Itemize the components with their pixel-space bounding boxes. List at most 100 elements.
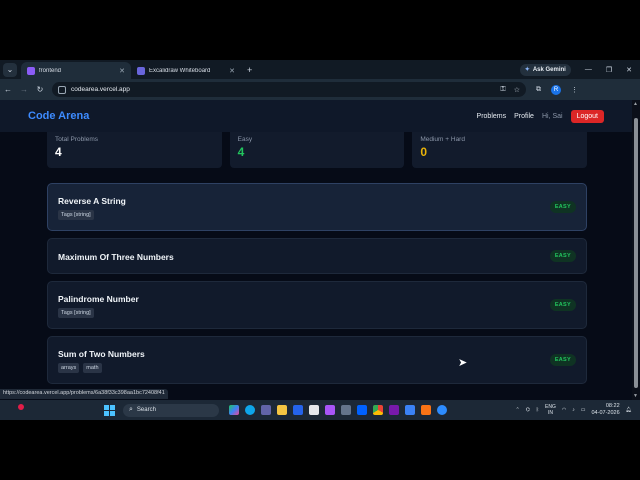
notification-badge	[18, 404, 24, 410]
settings-icon[interactable]	[341, 405, 351, 415]
difficulty-badge: EASY	[549, 250, 576, 262]
reload-icon[interactable]: ↻	[32, 85, 48, 94]
language-indicator[interactable]: ENG IN	[545, 404, 556, 416]
password-key-icon[interactable]: ⚿	[500, 86, 505, 94]
close-tab-icon[interactable]: ✕	[229, 67, 235, 75]
stat-label: Total Problems	[55, 136, 98, 143]
chrome-icon[interactable]	[373, 405, 383, 415]
search-label: Search	[136, 407, 156, 413]
web-page: Code Arena Problems Profile Hi, Sai Logo…	[0, 100, 632, 400]
scroll-down-icon[interactable]: ▼	[633, 393, 638, 399]
onenote-icon[interactable]	[389, 405, 399, 415]
problem-card[interactable]: Maximum Of Three Numbers EASY	[47, 238, 587, 274]
extensions-icon[interactable]: ⧉	[536, 86, 541, 94]
lang-line2: IN	[547, 410, 553, 416]
problem-card[interactable]: Palindrome Number Tags [string] EASY	[47, 281, 587, 329]
tab-title: Excalidraw Whiteboard	[149, 67, 211, 74]
bluetooth-icon[interactable]: ᛒ	[536, 407, 539, 413]
difficulty-badge: EASY	[549, 354, 576, 366]
nav-problems-link[interactable]: Problems	[477, 113, 507, 120]
browser-tabstrip: ⌄ frontend ✕ Excalidraw Whiteboard ✕ + ✦…	[0, 60, 640, 79]
problem-card[interactable]: Sum of Two Numbers arrays math EASY	[47, 336, 587, 384]
start-button[interactable]	[104, 404, 115, 416]
excalidraw-favicon-icon	[137, 66, 145, 75]
close-tab-icon[interactable]: ✕	[119, 67, 125, 75]
difficulty-badge: EASY	[549, 299, 576, 311]
minimize-icon[interactable]: —	[585, 66, 592, 73]
forward-icon[interactable]: →	[16, 85, 32, 94]
problem-tag: math	[83, 363, 102, 373]
back-icon[interactable]: ←	[0, 85, 16, 94]
clock[interactable]: 08:22 04-07-2026	[592, 403, 620, 417]
menu-kebab-icon[interactable]: ⋮	[571, 86, 578, 94]
scroll-up-icon[interactable]: ▲	[633, 101, 638, 107]
url-text: codearea.vercel.app	[71, 86, 130, 93]
profile-avatar[interactable]: R	[551, 84, 561, 95]
dropbox-icon[interactable]	[357, 405, 367, 415]
screen: ⌄ frontend ✕ Excalidraw Whiteboard ✕ + ✦…	[0, 0, 640, 480]
vite-favicon-icon	[27, 66, 35, 75]
volume-icon[interactable]: ♪	[572, 407, 575, 413]
tab-search-icon[interactable]: ⌄	[3, 62, 17, 77]
network-icon[interactable]: ⌬	[526, 407, 530, 413]
photos-icon[interactable]	[405, 405, 415, 415]
tab-frontend[interactable]: frontend ✕	[21, 62, 131, 79]
app-navbar: Code Arena Problems Profile Hi, Sai Logo…	[0, 100, 632, 132]
stat-label: Easy	[237, 136, 253, 143]
search-icon: ⌕	[129, 406, 133, 413]
nav-profile-link[interactable]: Profile	[514, 113, 534, 120]
user-greeting: Hi, Sai	[541, 112, 563, 120]
app-icon[interactable]	[421, 405, 431, 415]
page-scrollbar[interactable]: ▲ ▼	[632, 100, 640, 400]
tab-excalidraw[interactable]: Excalidraw Whiteboard ✕	[131, 62, 241, 79]
restore-icon[interactable]: ❐	[606, 66, 612, 74]
problem-card[interactable]: Reverse A String Tags [string] EASY	[47, 183, 587, 231]
stat-card-total: Total Problems 4	[47, 132, 222, 168]
problem-title: Sum of Two Numbers	[58, 349, 145, 359]
problem-title: Palindrome Number	[58, 294, 139, 304]
stat-label: Medium + Hard	[420, 136, 465, 143]
teams-icon[interactable]	[261, 405, 271, 415]
stat-value: 0	[420, 145, 428, 159]
ask-gemini-label: Ask Gemini	[532, 66, 566, 73]
gemini-icon: ✦	[524, 67, 530, 73]
desktop-frame: ⌄ frontend ✕ Excalidraw Whiteboard ✕ + ✦…	[0, 60, 640, 420]
amazon-icon[interactable]	[309, 405, 319, 415]
clock-date: 04-07-2026	[591, 410, 620, 416]
problem-tag: Tags [string]	[58, 308, 94, 318]
mouse-cursor-icon: ➤	[458, 357, 468, 369]
logout-button[interactable]: Logout	[570, 109, 604, 123]
stats-row: Total Problems 4 Easy 4 Medium + Hard 0	[47, 132, 588, 168]
notification-bell-icon[interactable]: 🔔︎	[626, 407, 632, 413]
problem-list: Reverse A String Tags [string] EASY Maxi…	[47, 183, 587, 391]
store-icon[interactable]	[293, 405, 303, 415]
windows-taskbar: ⌕ Search ⌃ ⌬ ᛒ ENG IN ◠ ♪ ▭ 08:22 04-07-…	[0, 400, 640, 420]
problem-tag: Tags [string]	[58, 210, 94, 220]
tab-title: frontend	[39, 67, 62, 74]
file-explorer-icon[interactable]	[277, 405, 287, 415]
url-input[interactable]: codearea.vercel.app ⚿ ☆	[52, 82, 526, 97]
clock-time: 08:22	[605, 403, 620, 409]
system-tray: ⌃ ⌬ ᛒ ENG IN ◠ ♪ ▭ 08:22 04-07-2026 🔔︎	[515, 403, 632, 417]
edge-icon[interactable]	[245, 405, 255, 415]
close-window-icon[interactable]: ✕	[626, 66, 632, 74]
problem-title: Reverse A String	[58, 196, 126, 206]
taskbar-search[interactable]: ⌕ Search	[123, 403, 219, 417]
battery-icon[interactable]: ▭	[581, 407, 586, 413]
app-icon[interactable]	[325, 405, 335, 415]
new-tab-icon[interactable]: +	[247, 65, 252, 75]
stat-card-medium-hard: Medium + Hard 0	[412, 132, 588, 168]
ask-gemini-button[interactable]: ✦ Ask Gemini	[519, 63, 571, 76]
chevron-up-icon[interactable]: ⌃	[515, 407, 519, 413]
bookmark-star-icon[interactable]: ☆	[514, 86, 520, 94]
widgets-icon[interactable]	[8, 404, 24, 416]
address-bar-row: ← → ↻ codearea.vercel.app ⚿ ☆ ⧉ R ⋮	[0, 79, 640, 100]
site-info-icon[interactable]	[58, 85, 66, 94]
brand-logo[interactable]: Code Arena	[28, 110, 89, 122]
scrollbar-thumb[interactable]	[634, 118, 638, 388]
zoom-icon[interactable]	[437, 405, 447, 415]
stat-value: 4	[237, 145, 245, 159]
copilot-icon[interactable]	[229, 405, 239, 415]
difficulty-badge: EASY	[549, 201, 576, 213]
wifi-icon[interactable]: ◠	[562, 407, 566, 413]
